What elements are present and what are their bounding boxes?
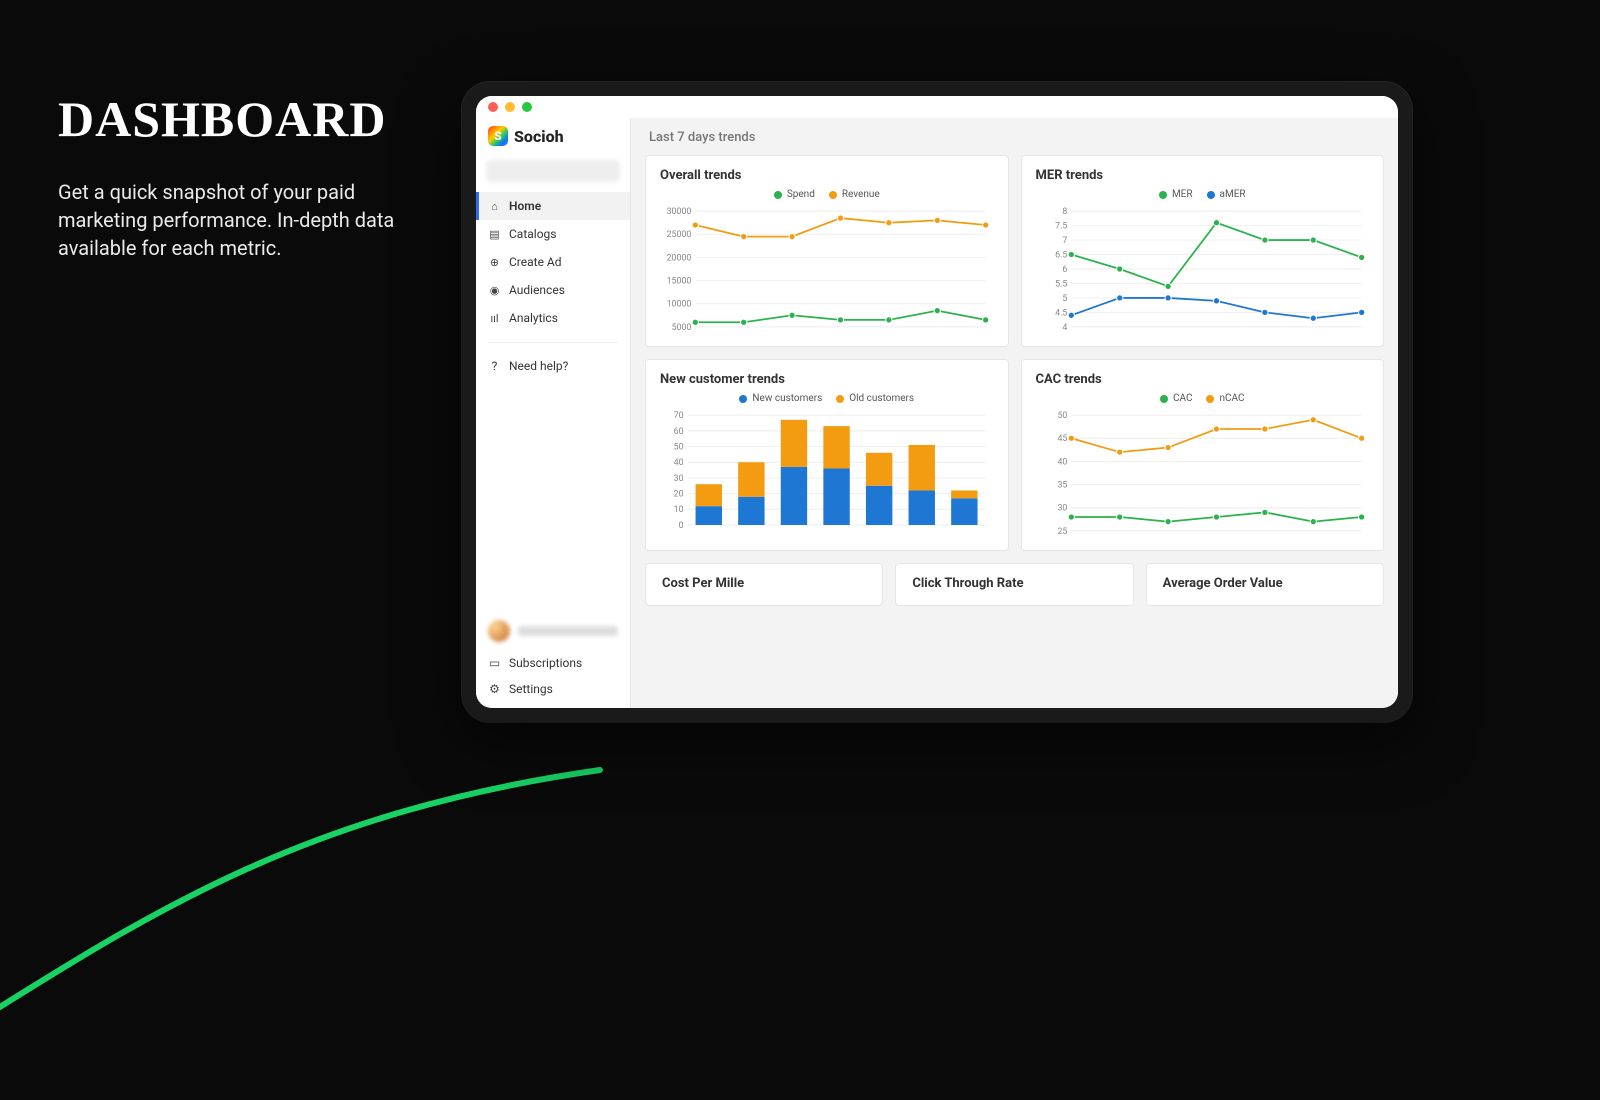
brand-name: Socioh (514, 127, 564, 146)
card-title: Overall trends (660, 168, 994, 183)
svg-text:5000: 5000 (672, 323, 692, 333)
svg-text:35: 35 (1057, 481, 1067, 491)
sidebar-item-create-ad[interactable]: ⊕ Create Ad (476, 248, 630, 276)
line-chart-mer: 4 4.5 5 5.5 6 6.5 7 7.5 8 (1036, 204, 1370, 334)
sidebar-item-audiences[interactable]: ◉ Audiences (476, 276, 630, 304)
page-subtitle: Last 7 days trends (631, 118, 1398, 155)
sidebar-item-home[interactable]: ⌂ Home (476, 192, 630, 220)
card-title: MER trends (1036, 168, 1370, 183)
svg-text:30: 30 (1057, 504, 1067, 514)
home-icon: ⌂ (488, 200, 501, 213)
svg-text:70: 70 (674, 411, 684, 421)
sidebar: S Socioh ⌂ Home ▤ Catalogs ⊕ Create (476, 118, 631, 708)
sidebar-item-label: Audiences (509, 283, 565, 297)
card-title: CAC trends (1036, 372, 1370, 387)
sidebar-item-analytics[interactable]: ııl Analytics (476, 304, 630, 332)
main-area: Last 7 days trends Overall trends SpendR… (631, 118, 1398, 708)
chart-icon: ııl (488, 312, 501, 325)
svg-text:30000: 30000 (667, 207, 692, 217)
hero-block: DASHBOARD Get a quick snapshot of your p… (58, 90, 398, 262)
svg-text:5: 5 (1062, 294, 1067, 304)
card-cpm[interactable]: Cost Per Mille (645, 563, 883, 606)
svg-text:6.5: 6.5 (1055, 250, 1067, 260)
sidebar-item-settings[interactable]: ⚙ Settings (476, 676, 630, 702)
sidebar-item-subscriptions[interactable]: ▭ Subscriptions (476, 650, 630, 676)
user-profile[interactable] (476, 612, 630, 650)
brand[interactable]: S Socioh (476, 118, 630, 156)
sidebar-item-label: Catalogs (509, 227, 556, 241)
card-new-customer-trends[interactable]: New customer trends New customersOld cus… (645, 359, 1009, 551)
svg-text:40: 40 (674, 458, 684, 468)
minimize-icon[interactable] (505, 102, 515, 112)
svg-text:20: 20 (674, 490, 684, 500)
sidebar-item-label: Home (509, 199, 541, 213)
chart-legend: SpendRevenue (660, 189, 994, 200)
svg-text:6: 6 (1062, 265, 1067, 275)
svg-text:45: 45 (1057, 434, 1067, 444)
plus-circle-icon: ⊕ (488, 256, 501, 269)
svg-text:25000: 25000 (667, 230, 692, 240)
svg-text:7: 7 (1062, 236, 1067, 246)
need-help-label: Need help? (509, 359, 568, 373)
svg-text:25: 25 (1057, 527, 1067, 537)
card-title: New customer trends (660, 372, 994, 387)
user-icon: ◉ (488, 284, 501, 297)
svg-text:4: 4 (1062, 323, 1067, 333)
svg-text:60: 60 (674, 427, 684, 437)
card-title: Average Order Value (1163, 576, 1367, 593)
close-icon[interactable] (488, 102, 498, 112)
card-mer-trends[interactable]: MER trends MERaMER 4 4.5 5 5.5 6 6.5 7 7.5 8 (1021, 155, 1385, 347)
card-cac-trends[interactable]: CAC trends CACnCAC 25 30 35 40 45 50 (1021, 359, 1385, 551)
window-traffic-lights (476, 96, 1398, 118)
sidebar-item-label: Create Ad (509, 255, 562, 269)
bar-chart-new-customers: 0 10 20 30 40 50 60 70 (660, 408, 994, 538)
catalog-icon: ▤ (488, 228, 501, 241)
hero-title: DASHBOARD (58, 90, 398, 148)
nav-primary: ⌂ Home ▤ Catalogs ⊕ Create Ad ◉ Audience… (476, 192, 630, 332)
svg-text:7.5: 7.5 (1055, 222, 1067, 232)
need-help-link[interactable]: ? Need help? (476, 353, 630, 379)
svg-text:15000: 15000 (667, 277, 692, 287)
card-icon: ▭ (488, 656, 501, 670)
svg-text:50: 50 (1057, 411, 1067, 421)
svg-text:4.5: 4.5 (1055, 308, 1067, 318)
svg-text:50: 50 (674, 442, 684, 452)
account-selector[interactable] (486, 160, 620, 182)
sidebar-item-label: Subscriptions (509, 656, 582, 670)
avatar (488, 620, 510, 642)
svg-text:10000: 10000 (667, 300, 692, 310)
user-name (518, 626, 618, 636)
svg-text:40: 40 (1057, 457, 1067, 467)
app-screen: S Socioh ⌂ Home ▤ Catalogs ⊕ Create (476, 96, 1398, 708)
svg-text:30: 30 (674, 474, 684, 484)
sidebar-item-label: Analytics (509, 311, 558, 325)
svg-text:20000: 20000 (667, 253, 692, 263)
card-title: Cost Per Mille (662, 576, 866, 593)
gear-icon: ⚙ (488, 682, 501, 696)
maximize-icon[interactable] (522, 102, 532, 112)
chart-legend: MERaMER (1036, 189, 1370, 200)
svg-text:8: 8 (1062, 207, 1067, 217)
line-chart-cac: 25 30 35 40 45 50 (1036, 408, 1370, 538)
svg-text:0: 0 (679, 521, 684, 531)
card-aov[interactable]: Average Order Value (1146, 563, 1384, 606)
chart-legend: New customersOld customers (660, 393, 994, 404)
nav-secondary: ▭ Subscriptions ⚙ Settings (476, 650, 630, 708)
sidebar-item-label: Settings (509, 682, 553, 696)
card-overall-trends[interactable]: Overall trends SpendRevenue 5000 10000 150… (645, 155, 1009, 347)
chart-legend: CACnCAC (1036, 393, 1370, 404)
sidebar-item-catalogs[interactable]: ▤ Catalogs (476, 220, 630, 248)
line-chart-overall: 5000 10000 15000 20000 25000 30000 (660, 204, 994, 334)
svg-text:5.5: 5.5 (1055, 279, 1067, 289)
svg-text:10: 10 (674, 505, 684, 515)
help-icon: ? (488, 359, 501, 373)
device-frame: S Socioh ⌂ Home ▤ Catalogs ⊕ Create (462, 82, 1412, 722)
card-ctr[interactable]: Click Through Rate (895, 563, 1133, 606)
card-title: Click Through Rate (912, 576, 1116, 593)
hero-subtitle: Get a quick snapshot of your paid market… (58, 178, 398, 262)
divider (488, 342, 618, 343)
brand-logo-icon: S (488, 126, 508, 146)
